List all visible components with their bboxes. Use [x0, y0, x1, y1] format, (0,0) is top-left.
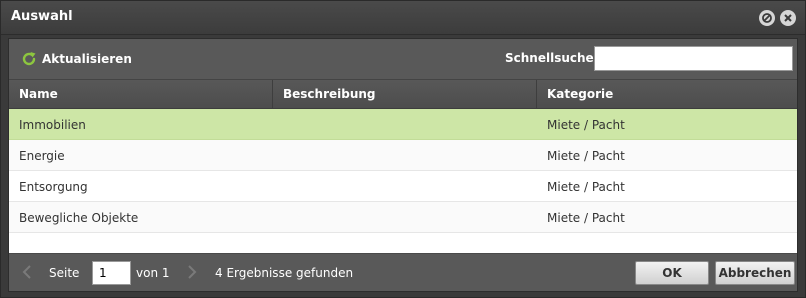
title-bar[interactable]: Auswahl: [1, 1, 805, 35]
cell-description: [273, 140, 537, 170]
refresh-label: Aktualisieren: [42, 52, 132, 66]
table-row[interactable]: Bewegliche Objekte Miete / Pacht: [9, 202, 797, 233]
cell-description: [273, 171, 537, 201]
cell-description: [273, 202, 537, 232]
selection-dialog: Auswahl Aktualisieren Schnellsuche Name …: [0, 0, 806, 298]
content-panel: Aktualisieren Schnellsuche Name Beschrei…: [8, 38, 798, 292]
cell-category: Miete / Pacht: [547, 149, 625, 163]
cell-name: Immobilien: [19, 118, 86, 132]
page-label: Seite: [49, 266, 80, 280]
table-body: Immobilien Miete / Pacht Energie Miete /…: [9, 109, 797, 253]
refresh-button[interactable]: Aktualisieren: [21, 50, 132, 68]
cell-name: Energie: [19, 149, 65, 163]
table-row[interactable]: Energie Miete / Pacht: [9, 140, 797, 171]
column-header-description[interactable]: Beschreibung: [273, 80, 537, 108]
minimize-icon[interactable]: [759, 10, 775, 26]
ok-button[interactable]: OK: [635, 261, 709, 285]
column-header-category[interactable]: Kategorie: [537, 80, 797, 108]
cell-category: Miete / Pacht: [547, 180, 625, 194]
table-row[interactable]: Entsorgung Miete / Pacht: [9, 171, 797, 202]
cell-category: Miete / Pacht: [547, 118, 625, 132]
pager-bar: Seite von 1 4 Ergebnisse gefunden OK Abb…: [9, 253, 797, 291]
page-count: von 1: [136, 266, 170, 280]
table-header: Name Beschreibung Kategorie: [9, 79, 797, 109]
chevron-left-icon[interactable]: [21, 264, 33, 280]
refresh-icon: [22, 52, 36, 66]
page-number-input[interactable]: [92, 261, 131, 285]
cancel-button[interactable]: Abbrechen: [715, 261, 795, 285]
quick-search-label: Schnellsuche: [505, 51, 594, 65]
table-row[interactable]: Immobilien Miete / Pacht: [9, 109, 797, 140]
cell-name: Bewegliche Objekte: [19, 211, 139, 225]
cell-name: Entsorgung: [19, 180, 88, 194]
dialog-title: Auswahl: [11, 9, 73, 24]
quick-search-input[interactable]: [594, 46, 793, 71]
column-header-name[interactable]: Name: [9, 80, 273, 108]
close-icon[interactable]: [780, 10, 796, 26]
chevron-right-icon[interactable]: [186, 264, 198, 280]
toolbar: Aktualisieren Schnellsuche: [9, 39, 797, 79]
cell-description: [273, 109, 537, 139]
results-count: 4 Ergebnisse gefunden: [215, 266, 354, 280]
cell-category: Miete / Pacht: [547, 211, 625, 225]
